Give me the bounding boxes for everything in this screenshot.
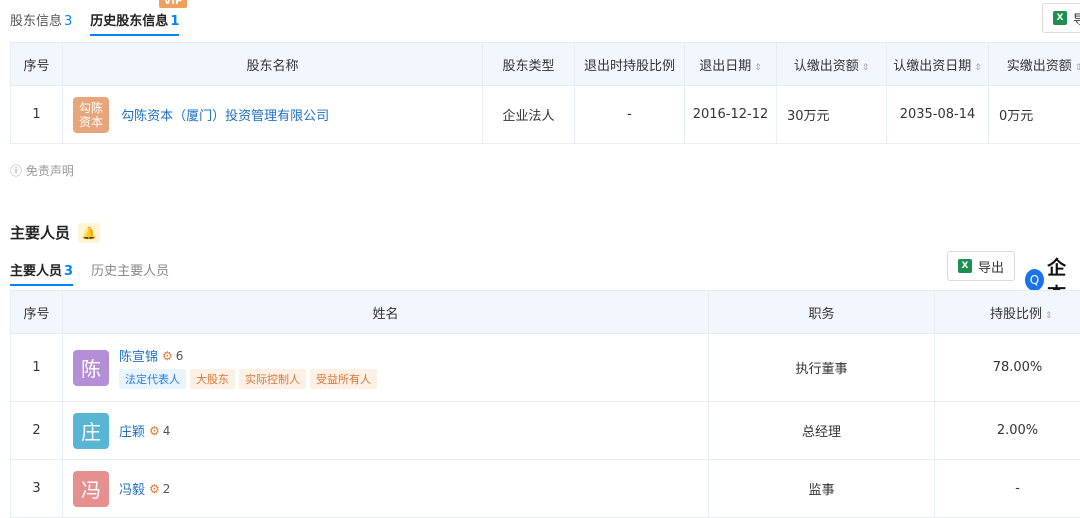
section-title: 主要人员: [10, 222, 70, 243]
row-index: 1: [11, 86, 63, 144]
exit-ratio: -: [575, 86, 685, 144]
col-index: 序号: [11, 291, 63, 334]
shareholder-tabs: 股东信息3 历史股东信息1 VIP: [10, 10, 179, 36]
brand-icon: Q: [1025, 269, 1044, 291]
subscribed-amount: 30万元: [777, 86, 887, 144]
tab-label: 历史股东信息: [90, 14, 168, 29]
person-cell: 庄 庄颖 ⚙4: [63, 402, 709, 460]
col-label: 持股比例: [990, 307, 1042, 322]
relation-count-value: 2: [163, 482, 171, 496]
col-paid[interactable]: 实缴出资额⇕: [989, 43, 1080, 86]
shareholder-type: 企业法人: [483, 86, 575, 144]
row-index: 1: [11, 334, 63, 402]
sort-icon[interactable]: ⇕: [754, 63, 762, 73]
relation-count-value: 6: [176, 349, 184, 363]
relation-icon: ⚙: [149, 482, 160, 496]
info-icon: ⓘ: [10, 164, 22, 178]
share-ratio: 78.00%: [935, 334, 1080, 402]
col-subscribed[interactable]: 认缴出资额⇕: [777, 43, 887, 86]
col-name: 股东名称: [63, 43, 483, 86]
excel-icon: X: [1053, 11, 1067, 25]
table-row: 2 庄 庄颖 ⚙4 总经理 2.00%: [11, 402, 1080, 460]
tag: 受益所有人: [310, 369, 377, 389]
col-exit-ratio: 退出时持股比例: [575, 43, 685, 86]
tab-personnel[interactable]: 主要人员3: [10, 260, 73, 286]
avatar: 陈: [73, 350, 109, 386]
col-type: 股东类型: [483, 43, 575, 86]
tag: 法定代表人: [119, 369, 186, 389]
table-row: 1 陈 陈宣锦 ⚙6 法定代表人大股东实际控制人受益所有人 执行董事: [11, 334, 1080, 402]
tag: 大股东: [190, 369, 235, 389]
sort-icon[interactable]: ⇕: [862, 63, 870, 73]
tab-label: 股东信息: [10, 14, 62, 29]
relation-icon: ⚙: [149, 424, 160, 438]
excel-icon: X: [958, 259, 972, 273]
avatar: 庄: [73, 413, 109, 449]
share-ratio: -: [935, 460, 1080, 518]
relation-count[interactable]: ⚙4: [149, 424, 170, 438]
personnel-table: 序号 姓名 职务 持股比例⇕ 1 陈 陈宣锦 ⚙6 法定代表人大股东实际控制人受…: [10, 290, 1080, 518]
share-ratio: 2.00%: [935, 402, 1080, 460]
person-cell: 陈 陈宣锦 ⚙6 法定代表人大股东实际控制人受益所有人: [63, 334, 709, 402]
col-subscribed-date[interactable]: 认缴出资日期⇕: [887, 43, 989, 86]
subscribed-date: 2035-08-14: [887, 86, 989, 144]
export-label: 导: [1073, 9, 1080, 28]
row-index: 2: [11, 402, 63, 460]
table-row: 3 冯 冯毅 ⚙2 监事 -: [11, 460, 1080, 518]
personnel-tabs: 主要人员3 历史主要人员: [10, 260, 169, 286]
position: 监事: [709, 460, 935, 518]
col-position: 职务: [709, 291, 935, 334]
relation-count-value: 4: [163, 424, 171, 438]
tab-count: 3: [64, 14, 72, 29]
role-tags: 法定代表人大股东实际控制人受益所有人: [119, 369, 381, 389]
tab-label: 主要人员: [10, 264, 62, 279]
tab-shareholders[interactable]: 股东信息3: [10, 10, 72, 36]
table-header-row: 序号 股东名称 股东类型 退出时持股比例 退出日期⇕ 认缴出资额⇕ 认缴出资日期…: [11, 43, 1080, 86]
table-header-row: 序号 姓名 职务 持股比例⇕: [11, 291, 1080, 334]
position: 总经理: [709, 402, 935, 460]
relation-icon: ⚙: [162, 349, 173, 363]
company-logo: 勾陈 资本: [73, 97, 109, 133]
tab-count: 3: [64, 264, 73, 279]
col-label: 实缴出资额: [1007, 59, 1072, 74]
tag: 实际控制人: [239, 369, 306, 389]
export-label: 导出: [978, 257, 1004, 276]
sort-icon[interactable]: ⇕: [1075, 63, 1080, 73]
export-button-top[interactable]: X 导: [1042, 3, 1080, 33]
tab-count: 1: [170, 14, 179, 29]
tab-history-personnel[interactable]: 历史主要人员: [91, 260, 169, 286]
person-cell: 冯 冯毅 ⚙2: [63, 460, 709, 518]
row-index: 3: [11, 460, 63, 518]
sort-icon[interactable]: ⇕: [974, 63, 982, 73]
shareholder-table: 序号 股东名称 股东类型 退出时持股比例 退出日期⇕ 认缴出资额⇕ 认缴出资日期…: [10, 42, 1080, 144]
person-name-link[interactable]: 冯毅: [119, 479, 145, 498]
person-name-link[interactable]: 庄颖: [119, 421, 145, 440]
sort-icon[interactable]: ⇕: [1045, 311, 1053, 321]
disclaimer-link[interactable]: ⓘ 免责声明: [10, 162, 74, 179]
bell-icon[interactable]: 🔔: [78, 223, 100, 243]
col-exit-date[interactable]: 退出日期⇕: [685, 43, 777, 86]
col-ratio[interactable]: 持股比例⇕: [935, 291, 1080, 334]
exit-date: 2016-12-12: [685, 86, 777, 144]
col-label: 退出日期: [699, 59, 751, 74]
tab-label: 历史主要人员: [91, 264, 169, 279]
col-index: 序号: [11, 43, 63, 86]
shareholder-name-cell: 勾陈 资本 勾陈资本（厦门）投资管理有限公司: [63, 86, 483, 144]
person-name-link[interactable]: 陈宣锦: [119, 346, 158, 365]
tab-history-shareholders[interactable]: 历史股东信息1 VIP: [90, 10, 179, 36]
shareholder-name-link[interactable]: 勾陈资本（厦门）投资管理有限公司: [121, 109, 329, 124]
col-label: 认缴出资额: [794, 59, 859, 74]
relation-count[interactable]: ⚙2: [149, 482, 170, 496]
export-button[interactable]: X 导出: [947, 251, 1015, 281]
relation-count[interactable]: ⚙6: [162, 349, 183, 363]
avatar: 冯: [73, 471, 109, 507]
paid-amount: 0万元: [989, 86, 1080, 144]
col-name: 姓名: [63, 291, 709, 334]
vip-badge: VIP: [159, 0, 188, 8]
col-label: 认缴出资日期: [893, 59, 971, 74]
section-header: 主要人员 🔔: [10, 222, 100, 243]
disclaimer-text: 免责声明: [26, 164, 74, 178]
position: 执行董事: [709, 334, 935, 402]
table-row: 1 勾陈 资本 勾陈资本（厦门）投资管理有限公司 企业法人 - 2016-12-…: [11, 86, 1080, 144]
